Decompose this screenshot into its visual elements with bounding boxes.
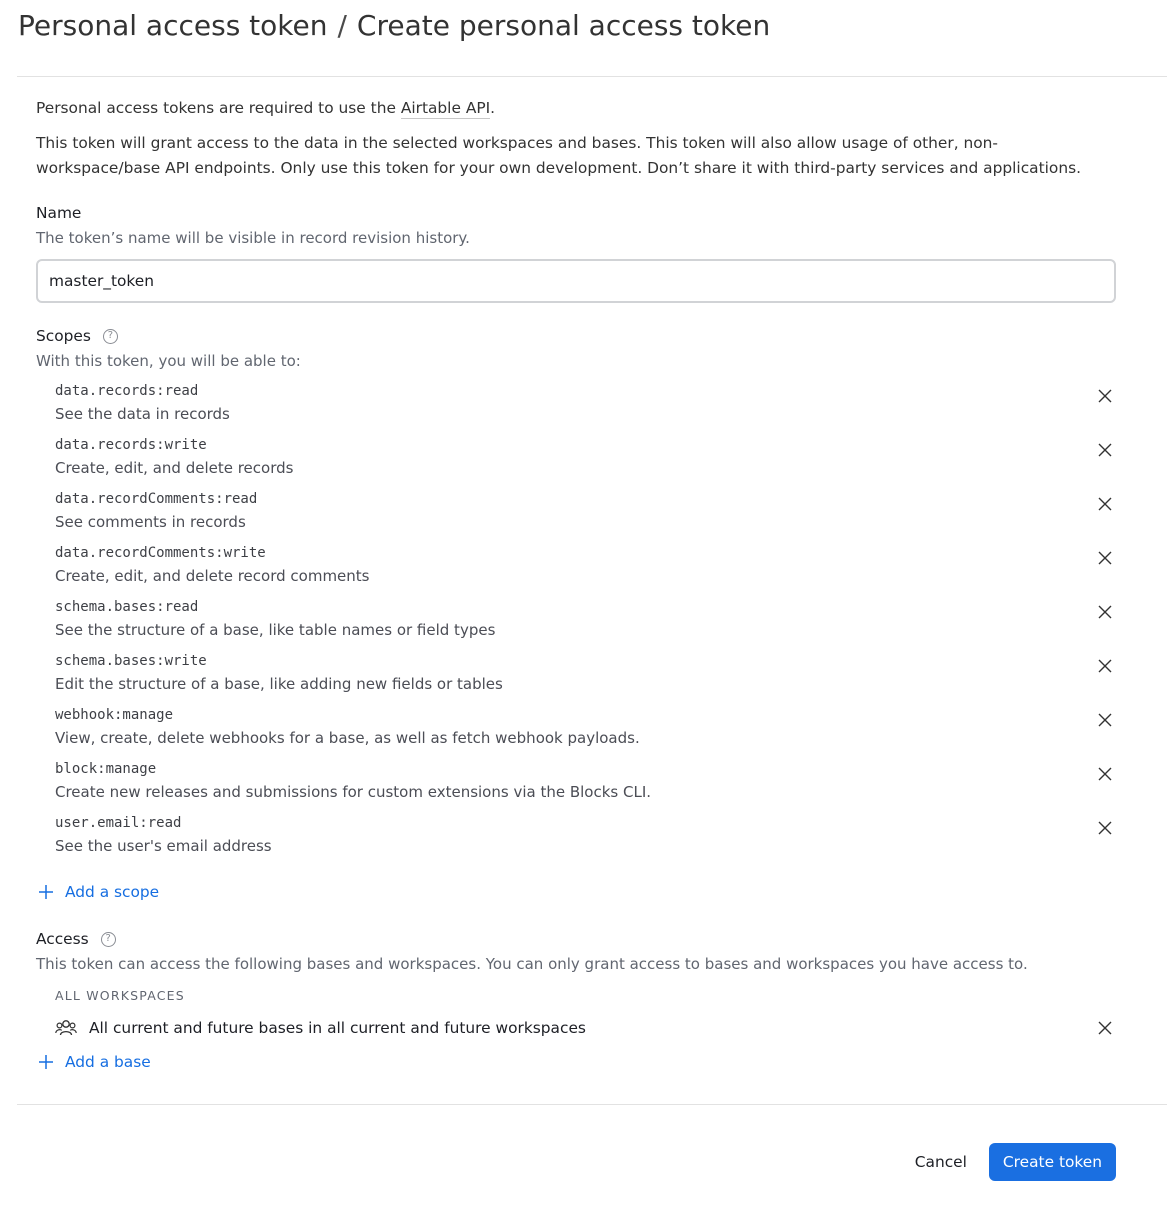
close-icon [1098,605,1112,619]
remove-scope-button[interactable] [1094,493,1116,515]
workspace-access-item: All current and future bases in all curr… [36,1011,1116,1045]
close-icon [1098,1021,1112,1035]
access-heading: Access ? [36,928,1116,950]
scope-code: data.recordComments:write [55,545,266,561]
cancel-button[interactable]: Cancel [903,1143,979,1181]
token-name-input[interactable] [36,259,1116,303]
remove-scope-button[interactable] [1094,385,1116,407]
access-section: Access ? This token can access the follo… [36,928,1116,1073]
name-section: Name The token’s name will be visible in… [36,202,1116,303]
scope-item: webhook:manage View, create, delete webh… [36,704,1116,758]
create-token-button[interactable]: Create token [988,1143,1116,1181]
scope-description: See the structure of a base, like table … [55,621,496,639]
breadcrumb: Personal access token / Create personal … [18,6,770,46]
name-label: Name [36,204,82,222]
remove-scope-button[interactable] [1094,763,1116,785]
people-icon [55,1020,77,1036]
scope-description: View, create, delete webhooks for a base… [55,729,640,747]
scope-description: See the user's email address [55,837,272,855]
scope-code: data.records:write [55,437,207,453]
close-icon [1098,767,1112,781]
scope-description: See comments in records [55,513,246,531]
name-help-text: The token’s name will be visible in reco… [36,229,470,247]
footer-actions: Cancel Create token [903,1143,1116,1181]
question-icon[interactable]: ? [102,328,118,344]
page-title: Create personal access token [356,9,771,42]
scope-description: Create new releases and submissions for … [55,783,652,801]
scopes-label: Scopes [36,327,91,345]
scope-code: data.records:read [55,383,199,399]
add-base-label: Add a base [65,1053,151,1071]
close-icon [1098,389,1112,403]
plus-icon [39,885,53,899]
add-scope-button[interactable]: Add a scope [36,881,1116,903]
remove-access-button[interactable] [1094,1017,1116,1039]
breadcrumb-separator: / [337,9,347,42]
remove-scope-button[interactable] [1094,817,1116,839]
intro-paragraph: Personal access tokens are required to u… [36,96,1116,121]
close-icon [1098,497,1112,511]
scope-code: schema.bases:read [55,599,199,615]
scope-list: data.records:read See the data in record… [36,380,1116,866]
remove-scope-button[interactable] [1094,601,1116,623]
scope-item: schema.bases:read See the structure of a… [36,596,1116,650]
scope-item: data.recordComments:read See comments in… [36,488,1116,542]
scope-item: block:manage Create new releases and sub… [36,758,1116,812]
airtable-api-link[interactable]: Airtable API [400,99,491,119]
close-icon [1098,659,1112,673]
intro-prefix: Personal access tokens are required to u… [36,99,401,117]
token-form: Personal access tokens are required to u… [36,96,1116,1073]
scope-code: webhook:manage [55,707,174,723]
question-icon[interactable]: ? [100,931,116,947]
close-icon [1098,551,1112,565]
scope-description: See the data in records [55,405,230,423]
workspace-access-text: All current and future bases in all curr… [89,1019,586,1037]
scope-item: data.recordComments:write Create, edit, … [36,542,1116,596]
add-base-button[interactable]: Add a base [36,1051,1116,1073]
workspace-group-heading: ALL WORKSPACES [55,988,185,1003]
scopes-section: Scopes ? With this token, you will be ab… [36,325,1116,903]
scopes-help-text: With this token, you will be able to: [36,352,301,370]
close-icon [1098,713,1112,727]
remove-scope-button[interactable] [1094,709,1116,731]
add-scope-label: Add a scope [65,883,160,901]
header-divider [17,76,1167,77]
access-help-text: This token can access the following base… [36,955,1028,973]
scope-code: schema.bases:write [55,653,207,669]
scope-description: Create, edit, and delete records [55,459,294,477]
plus-icon [39,1055,53,1069]
scope-code: user.email:read [55,815,182,831]
footer-divider [17,1104,1167,1105]
intro-suffix: . [490,99,496,117]
token-warning-text: This token will grant access to the data… [36,134,1081,177]
scope-description: Edit the structure of a base, like addin… [55,675,503,693]
scope-description: Create, edit, and delete record comments [55,567,370,585]
scopes-heading: Scopes ? [36,325,1116,347]
breadcrumb-parent-link[interactable]: Personal access token [18,7,327,45]
remove-scope-button[interactable] [1094,439,1116,461]
scope-item: data.records:read See the data in record… [36,380,1116,434]
close-icon [1098,443,1112,457]
access-label: Access [36,930,89,948]
scope-item: user.email:read See the user's email add… [36,812,1116,866]
scope-item: schema.bases:write Edit the structure of… [36,650,1116,704]
scope-item: data.records:write Create, edit, and del… [36,434,1116,488]
scope-code: data.recordComments:read [55,491,258,507]
close-icon [1098,821,1112,835]
create-token-page: Personal access token / Create personal … [0,0,1167,1217]
scope-code: block:manage [55,761,157,777]
remove-scope-button[interactable] [1094,655,1116,677]
remove-scope-button[interactable] [1094,547,1116,569]
